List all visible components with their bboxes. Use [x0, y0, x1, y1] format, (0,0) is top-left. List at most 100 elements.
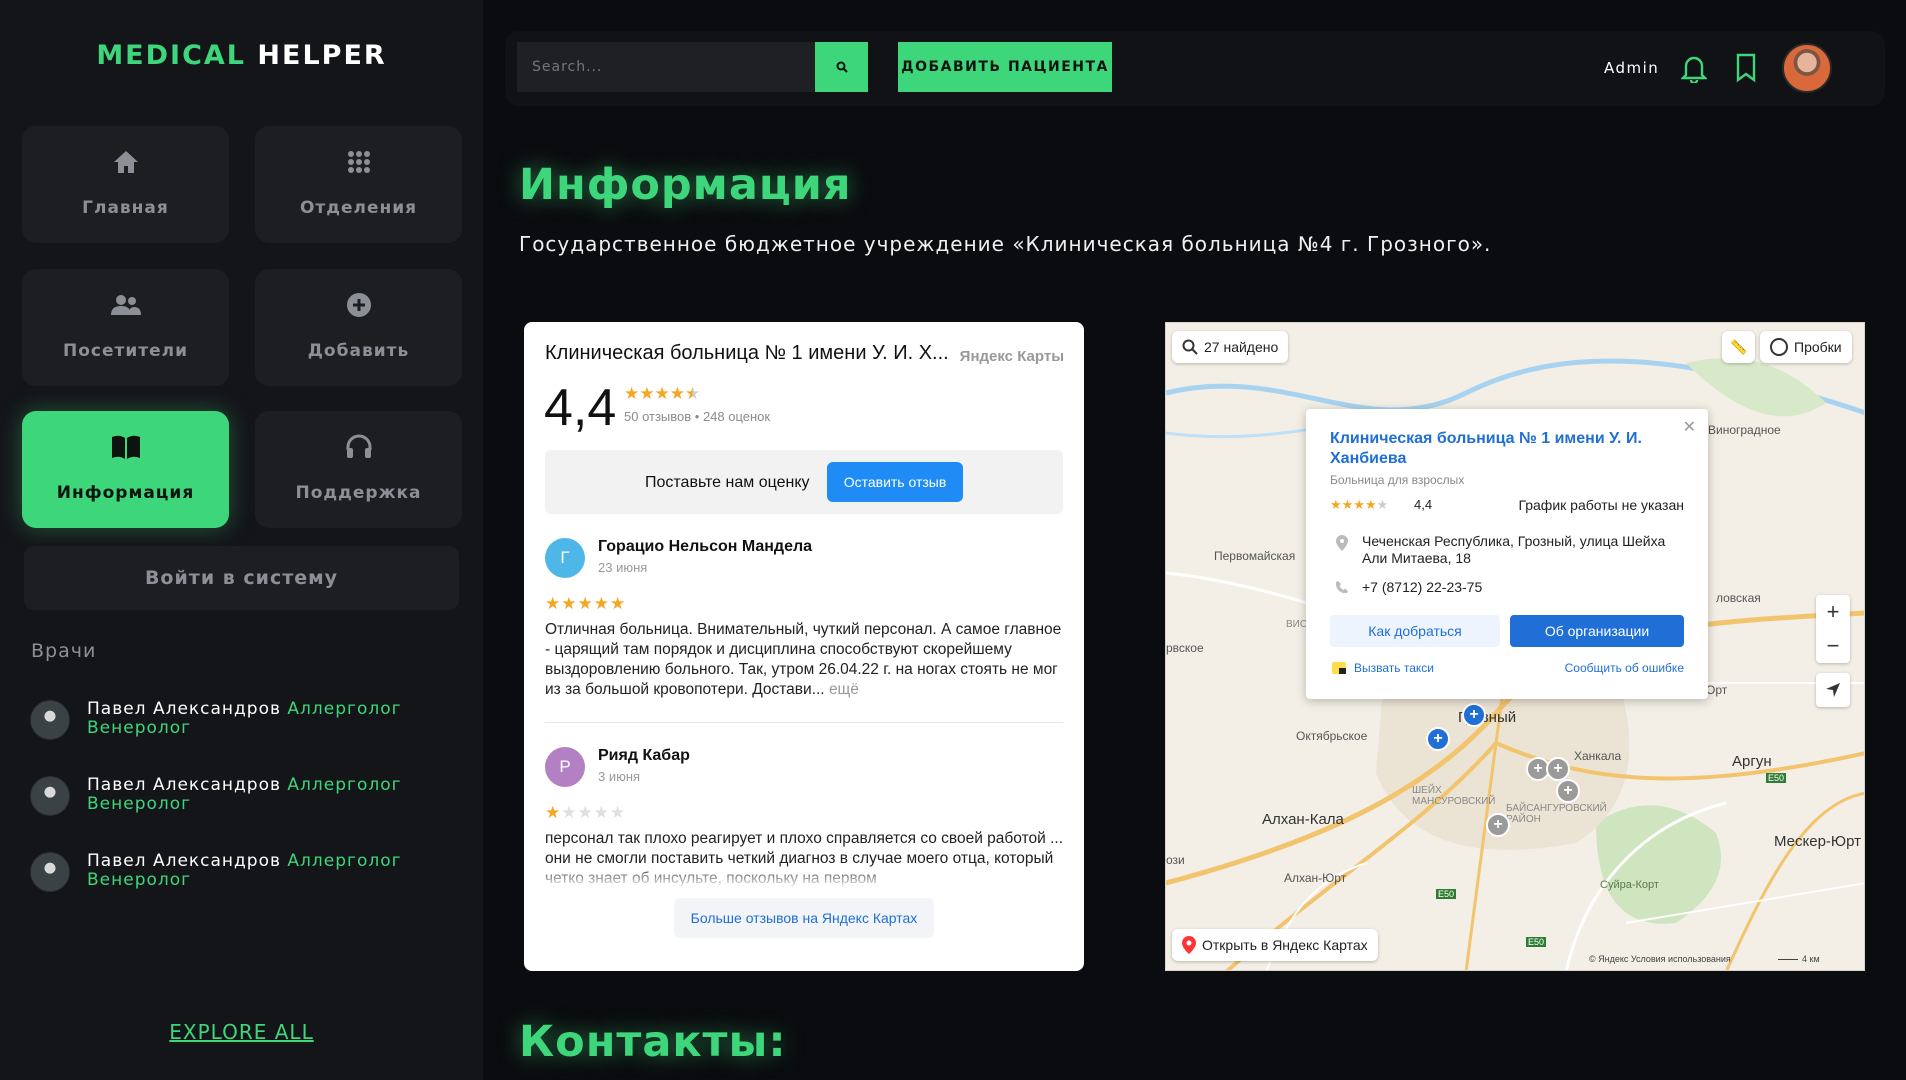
map-label: Аргун: [1732, 753, 1772, 770]
rate-label: Поставьте нам оценку: [645, 474, 810, 491]
search-icon: [1182, 339, 1198, 355]
nav-tile-home[interactable]: Главная: [22, 126, 229, 243]
ruler-button[interactable]: 📏: [1722, 331, 1756, 363]
doctor-name: Павел Александров: [87, 851, 282, 871]
app-logo[interactable]: MEDICAL HELPER: [0, 40, 483, 71]
map-label: Алхан-Юрт: [1284, 871, 1347, 885]
map-label: рвское: [1166, 641, 1204, 655]
nav-tile-add[interactable]: Добавить: [255, 269, 462, 386]
nav-label: Главная: [82, 198, 169, 218]
popup-stars: ★★★★★: [1330, 497, 1389, 512]
map-label: ози: [1166, 853, 1185, 867]
popup-phone[interactable]: +7 (8712) 22-23-75: [1362, 579, 1482, 595]
map-label: Алхан-Кала: [1262, 811, 1344, 828]
zoom-out-button[interactable]: −: [1816, 629, 1850, 663]
search-button[interactable]: [815, 42, 868, 92]
map-label: БАЙСАНГУРОВСКИЙ РАЙОН: [1506, 803, 1607, 825]
bell-icon[interactable]: [1680, 53, 1708, 87]
road-label: E50: [1526, 937, 1547, 947]
road-label: E50: [1436, 889, 1457, 899]
doctor-specialty: Аллерголог: [287, 851, 402, 871]
doctor-item[interactable]: Павел Александров Аллерголог Венеролог: [30, 700, 450, 752]
doctor-info: Павел Александров Аллерголог Венеролог: [87, 852, 427, 890]
open-map-label: Открыть в Яндекс Картах: [1202, 937, 1368, 953]
reviews-widget: Клиническая больница № 1 имени У. И. Х..…: [524, 322, 1084, 971]
hospital-pin[interactable]: +: [1462, 703, 1486, 727]
map-copyright[interactable]: © Яндекс Условия использования: [1589, 954, 1731, 964]
map-widget[interactable]: 27 найдено 📏 Пробки Виноградное Первомай…: [1165, 322, 1865, 971]
explore-all-link[interactable]: EXPLORE ALL: [0, 1020, 483, 1044]
add-patient-button[interactable]: ДОБАВИТЬ ПАЦИЕНТА: [898, 42, 1112, 92]
map-label: Первомайская: [1214, 549, 1296, 563]
review-stars: ★★★★★: [545, 803, 627, 822]
nav-label: Поддержка: [295, 483, 422, 503]
nav-tile-information[interactable]: Информация: [22, 411, 229, 528]
map-label: Орт: [1706, 683, 1728, 697]
review-avatar: Р: [545, 747, 585, 787]
hospital-pin[interactable]: +: [1426, 727, 1450, 751]
bookmark-icon[interactable]: [1735, 53, 1757, 87]
doctor-specialty: Венеролог: [87, 718, 192, 738]
nav-tile-visitors[interactable]: Посетители: [22, 269, 229, 386]
doctor-specialty: Аллерголог: [287, 775, 402, 795]
popup-category: Больница для взрослых: [1330, 473, 1465, 487]
page-title: Информация: [519, 160, 852, 210]
review-more-link[interactable]: ещё: [829, 681, 859, 698]
page-subtitle: Государственное бюджетное учреждение «Кл…: [519, 232, 1492, 256]
review-date: 23 июня: [598, 560, 648, 575]
nav-label: Посетители: [62, 341, 189, 361]
open-in-yandex-maps-button[interactable]: Открыть в Яндекс Картах: [1172, 929, 1378, 961]
locate-button[interactable]: [1816, 673, 1850, 707]
doctor-specialty: Аллерголог: [287, 699, 402, 719]
popup-title[interactable]: Клиническая больница № 1 имени У. И. Хан…: [1330, 429, 1670, 469]
doctor-avatar: [30, 776, 70, 816]
more-reviews-button[interactable]: Больше отзывов на Яндекс Картах: [674, 898, 934, 938]
nav-tile-departments[interactable]: Отделения: [255, 126, 462, 243]
search-input[interactable]: [517, 42, 819, 92]
map-label: ловская: [1716, 591, 1761, 605]
traffic-button[interactable]: Пробки: [1760, 331, 1852, 363]
hospital-pin[interactable]: +: [1556, 779, 1580, 803]
traffic-icon: [1770, 338, 1788, 356]
map-scale: 4 км: [1778, 954, 1820, 964]
user-name[interactable]: Admin: [1604, 59, 1659, 77]
review-author[interactable]: Горацио Нельсон Мандела: [598, 538, 812, 556]
review-author[interactable]: Рияд Кабар: [598, 747, 690, 765]
map-label: Октябрьское: [1296, 729, 1368, 743]
close-icon[interactable]: ✕: [1683, 417, 1696, 437]
headset-icon: [343, 431, 375, 463]
call-taxi-link[interactable]: Вызвать такси: [1354, 661, 1434, 675]
map-label: Виноградное: [1708, 423, 1781, 437]
home-icon: [110, 146, 142, 178]
user-avatar[interactable]: [1782, 43, 1832, 93]
doctor-specialty: Венеролог: [87, 870, 192, 890]
taxi-icon: [1332, 661, 1346, 674]
popup-rating: 4,4: [1414, 497, 1433, 512]
about-org-button[interactable]: Об организации: [1510, 615, 1684, 647]
leave-review-button[interactable]: Оставить отзыв: [827, 462, 963, 502]
doctor-avatar: [30, 700, 70, 740]
doctor-name: Павел Александров: [87, 699, 282, 719]
doctor-item[interactable]: Павел Александров Аллерголог Венеролог: [30, 852, 450, 904]
doctor-info: Павел Александров Аллерголог Венеролог: [87, 700, 427, 738]
rate-box: Поставьте нам оценку Оставить отзыв: [545, 450, 1063, 514]
nav-tile-support[interactable]: Поддержка: [255, 411, 462, 528]
doctor-info: Павел Александров Аллерголог Венеролог: [87, 776, 427, 814]
search-results-chip[interactable]: 27 найдено: [1172, 331, 1289, 363]
review-text-body: Отличная больница. Внимательный, чуткий …: [545, 621, 1062, 698]
ruler-icon: 📏: [1730, 338, 1748, 355]
zoom-control: + −: [1816, 595, 1850, 663]
reviews-org-title[interactable]: Клиническая больница № 1 имени У. И. Х..…: [545, 342, 965, 365]
hospital-pin[interactable]: +: [1546, 757, 1570, 781]
login-button[interactable]: Войти в систему: [24, 546, 459, 610]
found-count: 27 найдено: [1204, 339, 1279, 355]
yandex-maps-brand[interactable]: Яндекс Карты: [960, 348, 1064, 365]
zoom-in-button[interactable]: +: [1816, 595, 1850, 629]
report-error-link[interactable]: Сообщить об ошибке: [1565, 661, 1684, 675]
doctor-item[interactable]: Павел Александров Аллерголог Венеролог: [30, 776, 450, 828]
hospital-pin[interactable]: +: [1486, 813, 1510, 837]
route-button[interactable]: Как добраться: [1330, 615, 1500, 647]
nav-label: Отделения: [299, 198, 418, 218]
map-label: ВИС: [1286, 619, 1308, 630]
map-label: Ханкала: [1574, 749, 1622, 763]
